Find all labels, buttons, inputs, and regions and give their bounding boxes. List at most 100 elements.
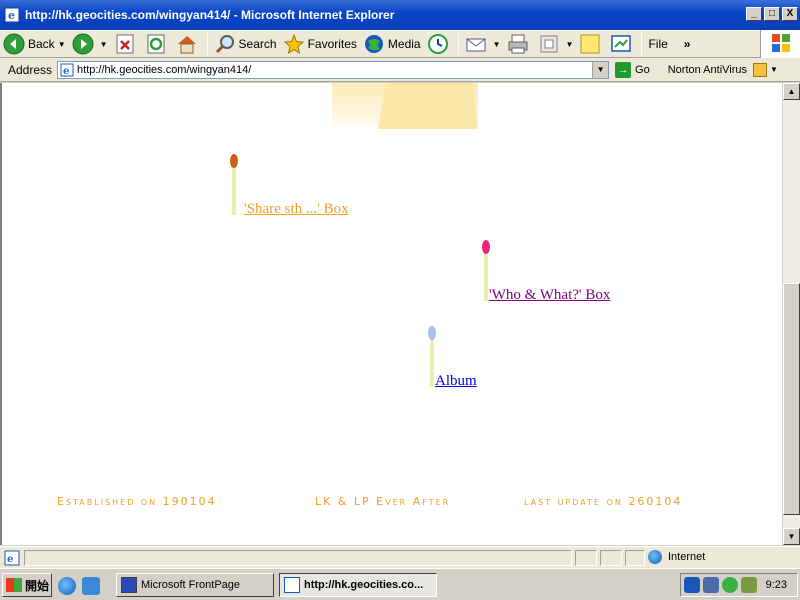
network-icon[interactable] <box>703 577 719 593</box>
media-button[interactable]: Media <box>360 32 424 56</box>
scroll-thumb[interactable] <box>783 283 800 515</box>
ime-icon[interactable] <box>684 577 700 593</box>
media-label: Media <box>387 37 421 51</box>
windows-flag-icon <box>6 578 22 592</box>
minimize-button[interactable]: _ <box>746 7 762 21</box>
close-button[interactable]: X <box>782 7 798 21</box>
toolbar-separator <box>457 33 459 55</box>
favorites-label: Favorites <box>307 37 357 51</box>
stop-icon <box>116 34 134 54</box>
back-label: Back <box>28 37 55 51</box>
toolbar-separator <box>641 33 643 55</box>
stop-button[interactable] <box>111 32 142 56</box>
address-bar: Address e http://hk.geocities.com/wingya… <box>0 58 800 82</box>
search-icon <box>215 35 234 54</box>
messenger-button[interactable] <box>607 32 638 56</box>
title-bar: e http://hk.geocities.com/wingyan414/ - … <box>0 0 800 30</box>
norton-antivirus-button[interactable]: Norton AntiVirus ▼ <box>667 62 778 77</box>
matchstick-head <box>428 326 436 340</box>
favorites-button[interactable]: Favorites <box>280 32 360 56</box>
task-label: Microsoft FrontPage <box>141 579 241 591</box>
matchstick-decoration <box>428 326 436 387</box>
file-menu-label: File <box>648 37 668 51</box>
file-menu[interactable]: File <box>645 32 670 56</box>
address-label: Address <box>8 62 53 77</box>
go-button[interactable]: → Go <box>615 61 650 78</box>
address-dropdown-icon[interactable]: ▼ <box>592 61 609 78</box>
outlook-quicklaunch-icon[interactable] <box>82 577 100 595</box>
tagline: LK & LP Ever After <box>315 495 451 508</box>
star-icon <box>283 33 304 55</box>
ie-icon: e <box>4 7 20 23</box>
forward-button[interactable]: ▼ <box>69 32 111 56</box>
album-link[interactable]: Album <box>435 373 477 390</box>
history-button[interactable] <box>424 32 455 56</box>
norton-dropdown-icon[interactable]: ▼ <box>770 65 778 74</box>
vertical-scrollbar[interactable]: ▲ ▼ <box>782 83 800 545</box>
edit-dropdown-icon[interactable]: ▼ <box>566 40 574 49</box>
chevron-right-icon: » <box>683 37 691 51</box>
printer-icon <box>508 34 528 54</box>
svg-text:e: e <box>63 66 69 77</box>
task-label: http://hk.geocities.co... <box>304 579 424 591</box>
established-date: Established on 190104 <box>57 495 217 508</box>
antivirus-tray-icon[interactable] <box>722 577 738 593</box>
taskbar: 開始 Microsoft FrontPage http://hk.geociti… <box>0 568 800 600</box>
back-dropdown-icon[interactable]: ▼ <box>58 40 66 49</box>
light-beam-decoration <box>378 83 478 129</box>
norton-icon <box>753 62 768 77</box>
edit-button[interactable]: ▼ <box>535 32 577 56</box>
back-arrow-icon <box>3 33 25 55</box>
maximize-button[interactable]: □ <box>764 7 780 21</box>
svg-text:e: e <box>7 554 13 565</box>
edit-icon <box>540 35 558 53</box>
media-icon <box>364 35 383 53</box>
volume-icon[interactable] <box>741 577 757 593</box>
status-panel <box>625 550 645 566</box>
frontpage-icon <box>121 577 137 593</box>
mail-button[interactable]: ▼ <box>462 32 504 56</box>
matchstick-decoration <box>482 240 490 301</box>
ie-quicklaunch-icon[interactable] <box>58 577 76 595</box>
share-box-link[interactable]: 'Share sth ...' Box <box>244 201 349 218</box>
taskbar-item-frontpage[interactable]: Microsoft FrontPage <box>116 573 274 597</box>
home-icon <box>177 36 196 54</box>
mail-dropdown-icon[interactable]: ▼ <box>493 40 501 49</box>
address-url: http://hk.geocities.com/wingyan414/ <box>77 63 252 76</box>
ie-icon <box>284 577 300 593</box>
refresh-icon <box>147 34 165 54</box>
home-button[interactable] <box>173 32 204 56</box>
messenger-icon <box>611 35 632 52</box>
toolbar-separator <box>206 33 208 55</box>
forward-arrow-icon <box>72 33 94 55</box>
history-icon <box>427 34 448 54</box>
globe-icon <box>648 550 662 564</box>
status-panel <box>575 550 597 566</box>
taskbar-item-ie[interactable]: http://hk.geocities.co... <box>279 573 437 597</box>
address-input[interactable]: e http://hk.geocities.com/wingyan414/ ▼ <box>57 60 610 79</box>
toolbar-chevron[interactable]: » <box>681 32 694 56</box>
scroll-down-arrow-icon[interactable]: ▼ <box>783 528 800 545</box>
discuss-button[interactable] <box>576 32 607 56</box>
matchstick-decoration <box>230 154 238 215</box>
forward-dropdown-icon[interactable]: ▼ <box>100 40 108 49</box>
start-button[interactable]: 開始 <box>2 573 52 597</box>
search-button[interactable]: Search <box>211 32 280 56</box>
page-icon: e <box>60 63 74 77</box>
refresh-button[interactable] <box>142 32 173 56</box>
print-button[interactable] <box>504 32 535 56</box>
scroll-up-arrow-icon[interactable]: ▲ <box>783 83 800 100</box>
go-label: Go <box>635 63 650 76</box>
windows-flag-icon <box>772 34 790 52</box>
windows-logo <box>760 30 800 58</box>
who-what-box-link[interactable]: 'Who & What?' Box <box>489 287 610 304</box>
svg-text:e: e <box>8 9 15 22</box>
back-button[interactable]: Back ▼ <box>0 32 69 56</box>
status-text-panel <box>24 550 572 566</box>
search-label: Search <box>238 37 277 51</box>
matchstick-head <box>482 240 490 254</box>
status-bar: e Internet <box>0 546 800 568</box>
norton-label: Norton AntiVirus <box>667 63 748 76</box>
page-status-icon: e <box>4 550 20 565</box>
mail-icon <box>466 38 486 52</box>
